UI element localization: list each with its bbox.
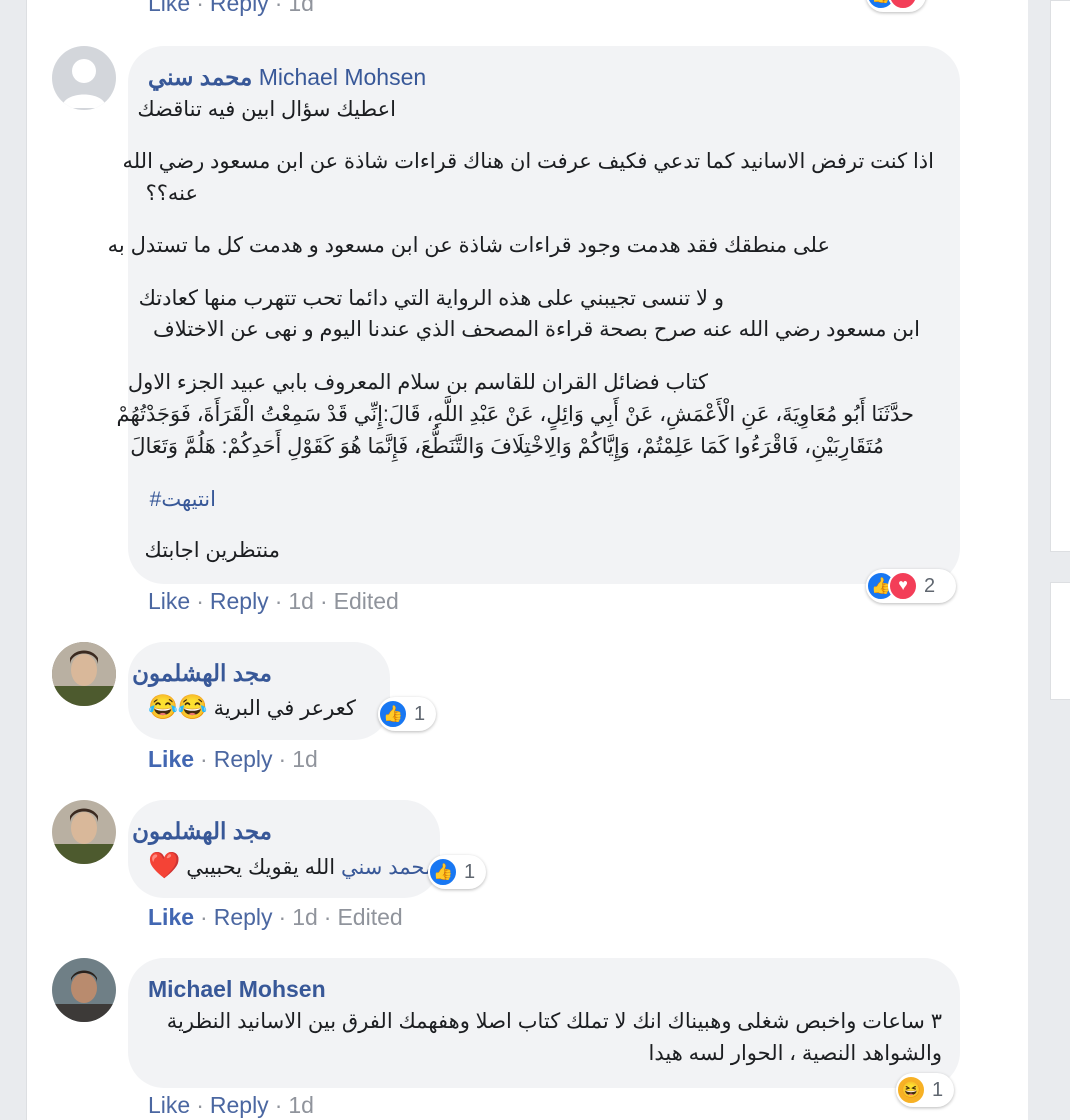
comment-text-line: على منطقك فقد هدمت وجود قراءات شاذة عن ا… — [107, 234, 830, 257]
mention-link[interactable]: محمد سني — [341, 856, 436, 879]
comment-author[interactable]: محمد سني Michael Mohsen — [148, 64, 426, 91]
like-link[interactable]: Like — [148, 904, 194, 930]
side-card-top — [1050, 0, 1070, 552]
comment-author[interactable]: مجد الهشلمون — [132, 660, 272, 687]
user-photo-icon — [52, 958, 116, 1022]
edited-label[interactable]: Edited — [337, 904, 402, 930]
avatar[interactable] — [52, 958, 116, 1022]
edited-label[interactable]: Edited — [334, 588, 399, 614]
user-photo-icon — [52, 642, 116, 706]
panel-border — [26, 0, 27, 1120]
timestamp[interactable]: 1d — [288, 1092, 314, 1118]
comment-text-line: منتظرين اجابتك — [144, 539, 281, 562]
comment-actions: Like · Reply · 1d — [148, 746, 318, 772]
reply-link[interactable]: Reply — [214, 746, 273, 772]
reaction-summary[interactable]: 😆 1 — [896, 1073, 954, 1107]
reaction-count: 2 — [924, 574, 936, 597]
comment-text-line: اذا كنت ترفض الاسانيد كما تدعي فكيف عرفت… — [122, 150, 934, 173]
like-link[interactable]: Like — [148, 746, 194, 772]
reaction-summary[interactable]: 👍 1 — [428, 855, 486, 889]
reaction-count: 1 — [464, 860, 476, 883]
timestamp[interactable]: 1d — [292, 746, 318, 772]
like-link[interactable]: Like — [148, 1092, 190, 1118]
like-reaction-icon: 👍 — [428, 857, 458, 887]
reply-link[interactable]: Reply — [210, 1092, 269, 1118]
comment-bubble — [128, 642, 390, 740]
comment-actions: Like · Reply · 1d · Edited — [148, 904, 403, 930]
avatar[interactable] — [52, 800, 116, 864]
timestamp[interactable]: 1d — [288, 588, 314, 614]
like-reaction-icon: 👍 — [378, 699, 408, 729]
comment-actions: Like · Reply · 1d · Edited — [148, 588, 399, 614]
reply-link[interactable]: Reply — [210, 588, 269, 614]
like-link[interactable]: Like — [148, 588, 190, 614]
default-avatar-icon — [62, 59, 106, 108]
side-card-bottom — [1050, 582, 1070, 700]
comment-author[interactable]: Michael Mohsen — [148, 976, 326, 1003]
reaction-summary[interactable]: 👍 1 — [378, 697, 436, 731]
comment-text-line: كتاب فضائل القران للقاسم بن سلام المعروف… — [127, 371, 708, 394]
comment-text-line: عنه؟؟ — [145, 182, 198, 205]
comment-text-line: و لا تنسى تجيبني على هذه الرواية التي دا… — [138, 287, 724, 310]
comment-text: ❤️ الله يقويك يحبيبي محمد سني — [148, 850, 437, 880]
comment-text-line: ٣ ساعات واخبص شغلى وهبيناك انك لا تملك ك… — [166, 1010, 942, 1033]
comment-text-line: والشواهد النصية ، الحوار لسه هيدا — [648, 1042, 943, 1065]
comment-bubble — [128, 800, 440, 898]
comment-actions: Like · Reply · 1d — [148, 0, 314, 17]
comment-text-line: ابن مسعود رضي الله عنه صرح بصحة قراءة ال… — [153, 318, 920, 341]
comment-author[interactable]: مجد الهشلمون — [132, 818, 272, 845]
heart-emoji: ❤️ — [148, 850, 181, 880]
user-photo-icon — [52, 800, 116, 864]
reply-link[interactable]: Reply — [210, 0, 269, 16]
timestamp[interactable]: 1d — [288, 0, 314, 16]
reaction-summary[interactable]: 👍 ♥ 2 — [866, 569, 956, 603]
comment-text-line: مُتَقَارِبَيْنِ، فَاقْرَءُوا كَمَا عَلِم… — [130, 435, 884, 458]
comment-actions: Like · Reply · 1d — [148, 1092, 314, 1118]
love-reaction-icon: ♥ — [888, 0, 918, 10]
avatar[interactable] — [52, 46, 116, 110]
comment-text: 😂😂 كعرعر في البرية — [148, 694, 356, 721]
comment-text-line: اعطيك سؤال ابين فيه تناقضك — [137, 98, 396, 121]
comment-text-line: حدَّثَنَا أَبُو مُعَاوِيَةَ، عَنِ الْأَع… — [116, 403, 914, 426]
reaction-count: 1 — [932, 1078, 944, 1101]
like-link[interactable]: Like — [148, 0, 190, 16]
haha-reaction-icon: 😆 — [896, 1075, 926, 1105]
reply-link[interactable]: Reply — [214, 904, 273, 930]
hashtag-link[interactable]: انتيهت# — [150, 484, 216, 515]
reaction-count: 1 — [414, 702, 426, 725]
laughing-emoji: 😂😂 — [148, 694, 208, 721]
love-reaction-icon: ♥ — [888, 571, 918, 601]
timestamp[interactable]: 1d — [292, 904, 318, 930]
avatar[interactable] — [52, 642, 116, 706]
